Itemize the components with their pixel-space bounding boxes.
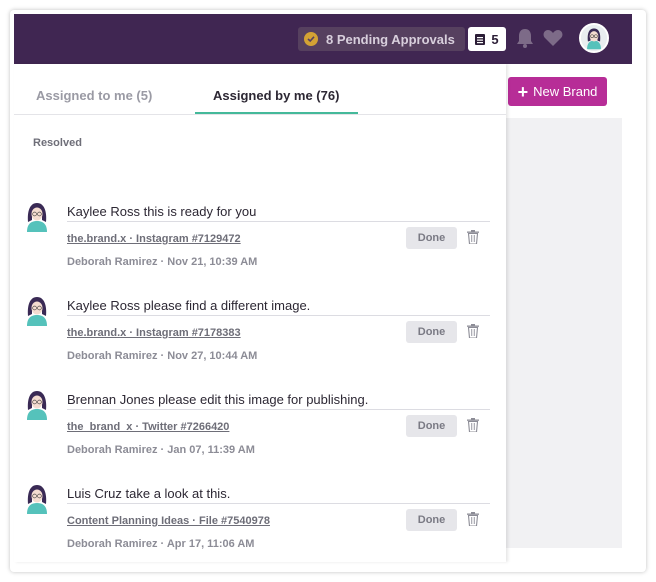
comment-meta: Deborah Ramirez · Apr 17, 11:06 AM xyxy=(67,538,255,550)
brand-list-area xyxy=(506,118,622,548)
user-avatar[interactable] xyxy=(579,23,609,53)
heart-icon[interactable] xyxy=(543,29,563,47)
comment-divider xyxy=(67,315,490,316)
bell-icon[interactable] xyxy=(516,28,534,48)
check-circle-icon xyxy=(304,32,318,46)
tab-assigned-to-me[interactable]: Assigned to me (5) xyxy=(36,88,152,103)
comment-text: Luis Cruz take a look at this. xyxy=(67,486,231,501)
done-button[interactable]: Done xyxy=(406,415,457,437)
done-button[interactable]: Done xyxy=(406,227,457,249)
pending-approvals-button[interactable]: 8 Pending Approvals xyxy=(298,27,465,51)
commenter-avatar-icon xyxy=(27,391,47,420)
comment-meta: Deborah Ramirez · Nov 21, 10:39 AM xyxy=(67,256,258,268)
plus-icon: + xyxy=(517,81,529,102)
comment-item: Luis Cruz take a look at this. Content P… xyxy=(14,482,506,576)
commenter-avatar-icon xyxy=(27,297,47,326)
done-button[interactable]: Done xyxy=(406,321,457,343)
post-link[interactable]: the.brand.x · Instagram #7178383 xyxy=(67,327,241,339)
commenter-avatar-icon xyxy=(27,203,47,232)
comment-item: Kaylee Ross this is ready for you the.br… xyxy=(14,200,506,294)
comment-item: Kaylee Ross please find a different imag… xyxy=(14,294,506,388)
comment-text: Kaylee Ross please find a different imag… xyxy=(67,298,311,313)
user-avatar-icon xyxy=(581,25,607,51)
section-heading-resolved: Resolved xyxy=(33,137,82,149)
new-brand-label: New Brand xyxy=(533,84,598,99)
counter-value: 5 xyxy=(491,31,499,47)
post-link[interactable]: the_brand_x · Twitter #7266420 xyxy=(67,421,229,433)
trash-icon[interactable] xyxy=(467,230,479,244)
comment-divider xyxy=(67,503,490,504)
active-tab-indicator xyxy=(195,112,358,114)
tab-assigned-by-me[interactable]: Assigned by me (76) xyxy=(213,88,339,103)
comment-text: Kaylee Ross this is ready for you xyxy=(67,204,257,219)
trash-icon[interactable] xyxy=(467,324,479,338)
comment-meta: Deborah Ramirez · Jan 07, 11:39 AM xyxy=(67,444,255,456)
new-brand-button[interactable]: + New Brand xyxy=(508,77,607,106)
comment-divider xyxy=(67,409,490,410)
tab-bar: Assigned to me (5) Assigned by me (76) xyxy=(14,64,506,115)
pending-approvals-label: 8 Pending Approvals xyxy=(326,31,455,47)
comment-text: Brennan Jones please edit this image for… xyxy=(67,392,369,407)
comment-divider xyxy=(67,221,490,222)
post-link[interactable]: Content Planning Ideas · File #7540978 xyxy=(67,515,270,527)
comment-item: Brennan Jones please edit this image for… xyxy=(14,388,506,482)
calendar-icon xyxy=(475,34,486,45)
top-navigation-bar: 8 Pending Approvals 5 xyxy=(14,14,632,64)
trash-icon[interactable] xyxy=(467,418,479,432)
commenter-avatar-icon xyxy=(27,485,47,514)
comments-panel: Assigned to me (5) Assigned by me (76) R… xyxy=(14,64,506,562)
done-button[interactable]: Done xyxy=(406,509,457,531)
calendar-counter-button[interactable]: 5 xyxy=(468,27,506,51)
post-link[interactable]: the.brand.x · Instagram #7129472 xyxy=(67,233,241,245)
trash-icon[interactable] xyxy=(467,512,479,526)
comment-meta: Deborah Ramirez · Nov 27, 10:44 AM xyxy=(67,350,258,362)
